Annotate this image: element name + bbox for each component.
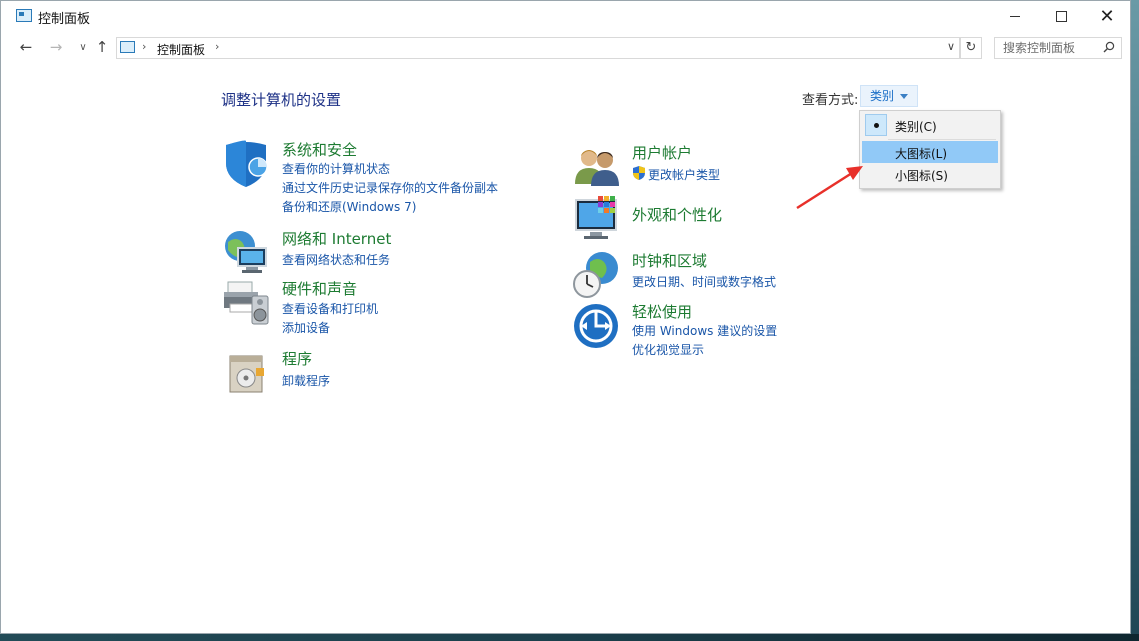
category-title[interactable]: 用户帐户	[632, 142, 692, 163]
category-title[interactable]: 程序	[282, 348, 312, 369]
control-panel-window: 控制面板 ✕ ← → ∨ ↑ › 控制面板 › ∨ ↻ 调整计算机的设置 查看方…	[0, 0, 1131, 634]
breadcrumb-control-panel[interactable]: 控制面板	[157, 41, 205, 58]
category-system-security: 系统和安全 查看你的计算机状态 通过文件历史记录保存你的文件备份副本 备份和还原…	[222, 139, 542, 219]
category-title[interactable]: 网络和 Internet	[282, 228, 391, 249]
category-clock-region: 时钟和区域 更改日期、时间或数字格式	[572, 250, 872, 300]
link-view-computer-status[interactable]: 查看你的计算机状态	[282, 160, 390, 177]
category-title[interactable]: 轻松使用	[632, 301, 692, 322]
arrow-left-icon: ←	[19, 38, 33, 56]
control-panel-icon	[16, 9, 32, 22]
network-globe-icon[interactable]	[222, 228, 272, 278]
navigation-bar: ← → ∨ ↑ › 控制面板 › ∨ ↻	[1, 33, 1130, 63]
radio-bullet-icon	[865, 114, 887, 136]
link-optimize-visual-display[interactable]: 优化视觉显示	[632, 341, 704, 358]
category-title[interactable]: 系统和安全	[282, 139, 357, 160]
category-network-internet: 网络和 Internet 查看网络状态和任务	[222, 228, 542, 278]
chevron-down-icon: ∨	[79, 42, 87, 53]
up-button[interactable]: ↑	[92, 38, 112, 56]
link-devices-printers[interactable]: 查看设备和打印机	[282, 300, 378, 317]
link-change-date-time-format[interactable]: 更改日期、时间或数字格式	[632, 273, 776, 290]
view-by-dropdown[interactable]: 类别	[860, 85, 918, 107]
window-title: 控制面板	[38, 12, 91, 27]
printer-icon[interactable]	[222, 278, 272, 328]
search-box[interactable]	[994, 37, 1122, 59]
address-bar[interactable]: › 控制面板 › ∨	[116, 37, 960, 59]
chevron-right-icon[interactable]: ›	[215, 40, 219, 53]
refresh-button[interactable]: ↻	[960, 37, 982, 59]
category-appearance: 外观和个性化	[572, 194, 872, 244]
desktop-taskbar-edge	[0, 634, 1139, 641]
menu-item-small-icons[interactable]: 小图标(S)	[862, 163, 998, 185]
category-ease-of-access: 轻松使用 使用 Windows 建议的设置 优化视觉显示	[572, 301, 872, 361]
maximize-icon	[1055, 11, 1067, 22]
clock-globe-icon[interactable]	[572, 250, 622, 300]
minimize-button[interactable]	[992, 1, 1038, 32]
refresh-icon: ↻	[965, 40, 977, 55]
menu-item-label: 小图标(S)	[895, 169, 948, 183]
category-programs: 程序 卸载程序	[222, 348, 542, 398]
appearance-monitor-icon[interactable]	[572, 194, 622, 244]
page-title: 调整计算机的设置	[221, 91, 342, 109]
menu-item-label: 大图标(L)	[895, 147, 948, 161]
caret-down-icon	[900, 94, 908, 99]
link-windows-recommended-settings[interactable]: 使用 Windows 建议的设置	[632, 322, 777, 339]
category-title[interactable]: 时钟和区域	[632, 250, 707, 271]
search-icon	[1103, 41, 1115, 53]
menu-item-large-icons[interactable]: 大图标(L)	[862, 141, 998, 163]
minimize-icon	[1010, 16, 1020, 17]
users-icon[interactable]	[572, 142, 622, 192]
link-network-status[interactable]: 查看网络状态和任务	[282, 251, 390, 268]
view-by-value: 类别	[870, 89, 895, 103]
search-input[interactable]	[1003, 40, 1099, 56]
ease-of-access-icon[interactable]	[572, 301, 622, 351]
link-file-history-backup[interactable]: 通过文件历史记录保存你的文件备份副本	[282, 179, 498, 196]
link-change-account-type[interactable]: 更改帐户类型	[648, 166, 720, 183]
menu-separator	[888, 139, 996, 140]
chevron-right-icon[interactable]: ›	[142, 40, 146, 53]
menu-item-category[interactable]: 类别(C)	[862, 114, 998, 136]
category-title[interactable]: 外观和个性化	[632, 204, 722, 225]
close-button[interactable]: ✕	[1084, 1, 1130, 32]
category-hardware-sound: 硬件和声音 查看设备和打印机 添加设备	[222, 278, 542, 338]
title-bar[interactable]: 控制面板 ✕	[1, 1, 1130, 32]
recent-locations-button[interactable]: ∨	[73, 42, 93, 53]
category-user-accounts: 用户帐户 更改帐户类型	[572, 142, 872, 192]
link-add-device[interactable]: 添加设备	[282, 319, 330, 336]
back-button[interactable]: ←	[16, 38, 36, 56]
link-uninstall-program[interactable]: 卸载程序	[282, 372, 330, 389]
view-by-label: 查看方式:	[802, 93, 859, 108]
maximize-button[interactable]	[1038, 1, 1084, 32]
category-title[interactable]: 硬件和声音	[282, 278, 357, 299]
uac-shield-icon	[633, 166, 645, 180]
forward-button[interactable]: →	[46, 38, 66, 56]
arrow-up-icon: ↑	[95, 38, 109, 56]
programs-icon[interactable]	[222, 348, 272, 398]
address-dropdown-icon[interactable]: ∨	[947, 40, 955, 53]
arrow-right-icon: →	[49, 38, 63, 56]
shield-icon[interactable]	[222, 139, 272, 189]
menu-item-label: 类别(C)	[895, 120, 937, 134]
close-icon: ✕	[1099, 5, 1115, 27]
control-panel-icon	[120, 41, 135, 53]
view-by-menu: 类别(C) 大图标(L) 小图标(S)	[859, 110, 1001, 189]
link-backup-restore[interactable]: 备份和还原(Windows 7)	[282, 198, 416, 215]
